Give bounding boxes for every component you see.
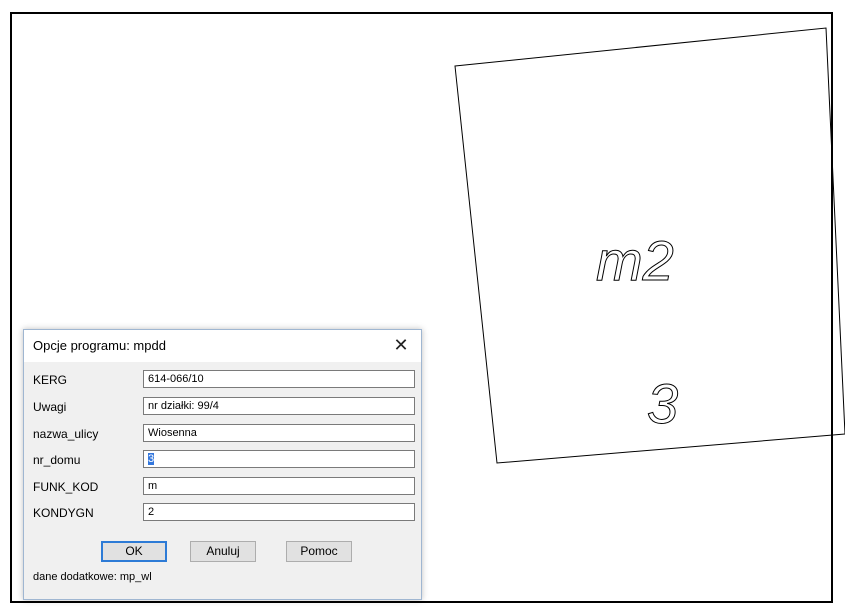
uwagi-input[interactable]: nr działki: 99/4 bbox=[143, 397, 415, 415]
building-label-3: 3 bbox=[647, 372, 678, 435]
funk-kod-input[interactable]: m bbox=[143, 477, 415, 495]
building-label-m2: m2 bbox=[596, 229, 674, 292]
field-label-kerg: KERG bbox=[33, 373, 68, 387]
form-row-funk-kod: FUNK_KOD m bbox=[24, 477, 421, 499]
field-label-funk-kod: FUNK_KOD bbox=[33, 480, 99, 494]
form-row-uwagi: Uwagi nr działki: 99/4 bbox=[24, 397, 421, 419]
form-row-nr-domu: nr_domu 3 bbox=[24, 450, 421, 472]
form-row-kondygn: KONDYGN 2 bbox=[24, 503, 421, 525]
field-label-uwagi: Uwagi bbox=[33, 400, 67, 414]
options-dialog: Opcje programu: mpdd ✕ KERG 614-066/10 U… bbox=[23, 329, 422, 600]
form-row-nazwa-ulicy: nazwa_ulicy Wiosenna bbox=[24, 424, 421, 446]
dialog-titlebar[interactable]: Opcje programu: mpdd ✕ bbox=[24, 330, 421, 362]
cancel-button[interactable]: Anuluj bbox=[190, 541, 256, 562]
help-button[interactable]: Pomoc bbox=[286, 541, 352, 562]
nr-domu-selected-text: 3 bbox=[148, 453, 155, 465]
close-icon[interactable]: ✕ bbox=[389, 334, 413, 356]
field-label-nr-domu: nr_domu bbox=[33, 453, 81, 467]
field-label-nazwa-ulicy: nazwa_ulicy bbox=[33, 427, 99, 441]
ok-button[interactable]: OK bbox=[101, 541, 167, 562]
kerg-input[interactable]: 614-066/10 bbox=[143, 370, 415, 388]
kondygn-input[interactable]: 2 bbox=[143, 503, 415, 521]
additional-data-label: dane dodatkowe: mp_wl bbox=[33, 571, 152, 583]
field-label-kondygn: KONDYGN bbox=[33, 506, 94, 520]
dialog-title: Opcje programu: mpdd bbox=[33, 338, 166, 353]
nr-domu-input[interactable]: 3 bbox=[143, 450, 415, 468]
form-row-kerg: KERG 614-066/10 bbox=[24, 370, 421, 392]
nazwa-ulicy-input[interactable]: Wiosenna bbox=[143, 424, 415, 442]
